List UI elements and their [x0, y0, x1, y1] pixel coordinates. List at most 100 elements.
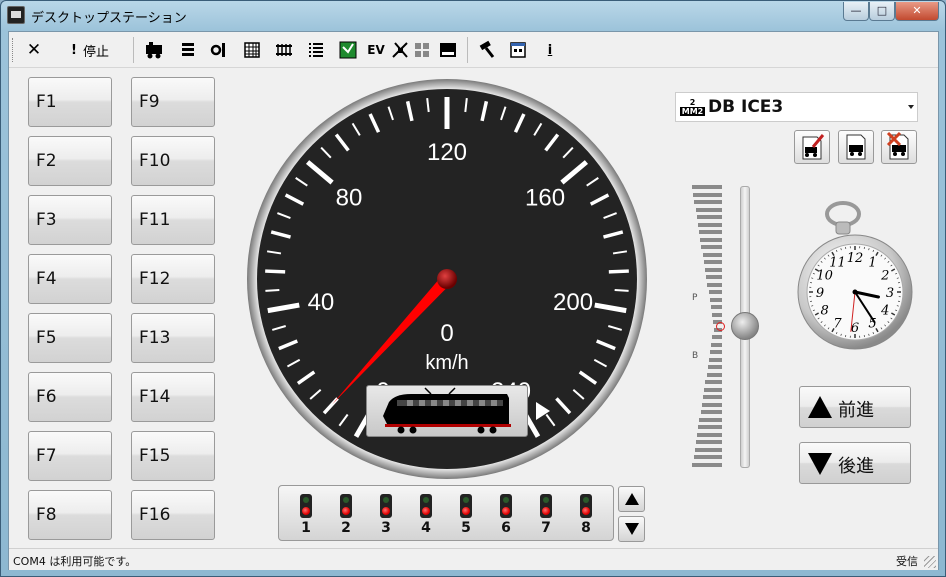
signal-light-icon	[540, 494, 552, 518]
locomotive-image-box[interactable]	[366, 385, 528, 437]
toolbar-grip[interactable]	[12, 38, 15, 62]
throttle-rung	[699, 230, 722, 234]
accessory-signal-6[interactable]: 6	[491, 494, 521, 538]
brake-label: B	[692, 351, 699, 361]
locomotive-name: DB ICE3	[708, 97, 784, 117]
function-button-f13[interactable]: F13	[131, 313, 215, 363]
play-icon[interactable]	[536, 402, 550, 420]
throttle-rung	[709, 297, 722, 302]
throttle-rung	[698, 425, 722, 429]
track-icon[interactable]	[273, 39, 295, 61]
list-icon[interactable]	[305, 39, 327, 61]
settings-window-icon[interactable]	[507, 39, 529, 61]
exclamation-icon: !	[71, 42, 77, 58]
function-button-f2[interactable]: F2	[28, 136, 112, 186]
signal-light-icon	[580, 494, 592, 518]
forward-button[interactable]: 前進	[799, 386, 911, 428]
throttle-rung	[712, 312, 722, 317]
throttle-thumb[interactable]	[731, 312, 759, 340]
function-button-f8[interactable]: F8	[28, 490, 112, 540]
ev-button[interactable]: EV	[365, 39, 387, 61]
hammer-icon[interactable]	[475, 39, 497, 61]
function-button-f4[interactable]: F4	[28, 254, 112, 304]
red-lamp	[502, 507, 510, 515]
status-bar: COM4 は利用可能です。 受信	[9, 548, 938, 570]
add-locomotive-button[interactable]	[838, 130, 874, 164]
delete-locomotive-button[interactable]	[881, 130, 917, 164]
red-lamp	[382, 507, 390, 515]
accessory-panel: 1 2 3 4 5 6 7 8	[278, 485, 614, 541]
function-button-f10[interactable]: F10	[131, 136, 215, 186]
green-lamp	[423, 497, 429, 503]
minimize-button[interactable]: —	[843, 2, 869, 21]
function-button-f11[interactable]: F11	[131, 195, 215, 245]
accessory-signal-4[interactable]: 4	[411, 494, 441, 538]
speed-readout: 0	[440, 320, 453, 347]
function-button-f9[interactable]: F9	[131, 77, 215, 127]
grid-icon[interactable]	[241, 39, 263, 61]
chevron-down-icon[interactable]	[908, 105, 914, 109]
signal-number: 6	[501, 520, 511, 536]
function-button-f16[interactable]: F16	[131, 490, 215, 540]
function-button-f1[interactable]: F1	[28, 77, 112, 127]
throttle-rung	[695, 207, 722, 212]
accessory-signal-7[interactable]: 7	[531, 494, 561, 538]
throttle-rung	[692, 185, 722, 189]
throttle-rung	[694, 447, 722, 452]
arrow-down-icon	[625, 523, 639, 535]
title-bar[interactable]: デスクトップステーション — □ ✕	[1, 1, 945, 31]
accessory-signal-2[interactable]: 2	[331, 494, 361, 538]
gauge-tick	[265, 269, 286, 274]
turnout-list-icon[interactable]	[177, 39, 199, 61]
function-button-f5[interactable]: F5	[28, 313, 112, 363]
crossing-icon[interactable]	[389, 39, 411, 61]
function-button-f6[interactable]: F6	[28, 372, 112, 422]
signal-number: 7	[541, 520, 551, 536]
accessory-signal-1[interactable]: 1	[291, 494, 321, 538]
center-marker	[716, 322, 725, 331]
gauge-tick-label: 80	[336, 185, 363, 212]
function-button-f15[interactable]: F15	[131, 431, 215, 481]
close-window-button[interactable]: ✕	[895, 2, 939, 21]
info-icon[interactable]: i	[539, 39, 561, 61]
stop-button[interactable]: ! 停止	[59, 39, 121, 61]
tiles-icon[interactable]	[411, 39, 433, 61]
red-lamp	[422, 507, 430, 515]
signal-icon[interactable]	[209, 39, 231, 61]
locomotive-select[interactable]: 2 MM2 DB ICE3	[675, 92, 918, 122]
red-lamp	[302, 507, 310, 515]
watch-number: 3	[886, 286, 894, 301]
signal-number: 3	[381, 520, 391, 536]
signal-number: 1	[301, 520, 311, 536]
function-button-f3[interactable]: F3	[28, 195, 112, 245]
layout-map-icon[interactable]	[337, 39, 359, 61]
green-lamp	[303, 497, 309, 503]
close-icon[interactable]: ✕	[23, 39, 45, 61]
maximize-button[interactable]: □	[869, 2, 895, 21]
red-lamp	[542, 507, 550, 515]
protocol-badge: 2 MM2	[680, 98, 705, 118]
throttle-rung	[700, 237, 722, 242]
resize-grip[interactable]	[924, 556, 936, 568]
throttle-rung	[703, 260, 722, 264]
throttle-rung	[711, 342, 722, 347]
reverse-button[interactable]: 後進	[799, 442, 911, 484]
accessory-signal-3[interactable]: 3	[371, 494, 401, 538]
gauge-tick-label: 160	[525, 185, 565, 212]
pom-icon[interactable]	[437, 39, 459, 61]
accessory-signal-8[interactable]: 8	[571, 494, 601, 538]
watch-number: 8	[821, 304, 829, 319]
throttle-rung	[697, 222, 722, 227]
function-button-f12[interactable]: F12	[131, 254, 215, 304]
accessory-page-down-button[interactable]	[618, 516, 645, 542]
locomotive-icon[interactable]	[143, 39, 165, 61]
throttle-rung	[701, 245, 722, 249]
status-receive: 受信	[896, 555, 918, 568]
edit-locomotive-button[interactable]	[794, 130, 830, 164]
function-button-f14[interactable]: F14	[131, 372, 215, 422]
accessory-signal-5[interactable]: 5	[451, 494, 481, 538]
accessory-page-up-button[interactable]	[618, 486, 645, 512]
stop-label: 停止	[82, 44, 109, 60]
function-button-f7[interactable]: F7	[28, 431, 112, 481]
throttle-rung	[697, 432, 722, 437]
